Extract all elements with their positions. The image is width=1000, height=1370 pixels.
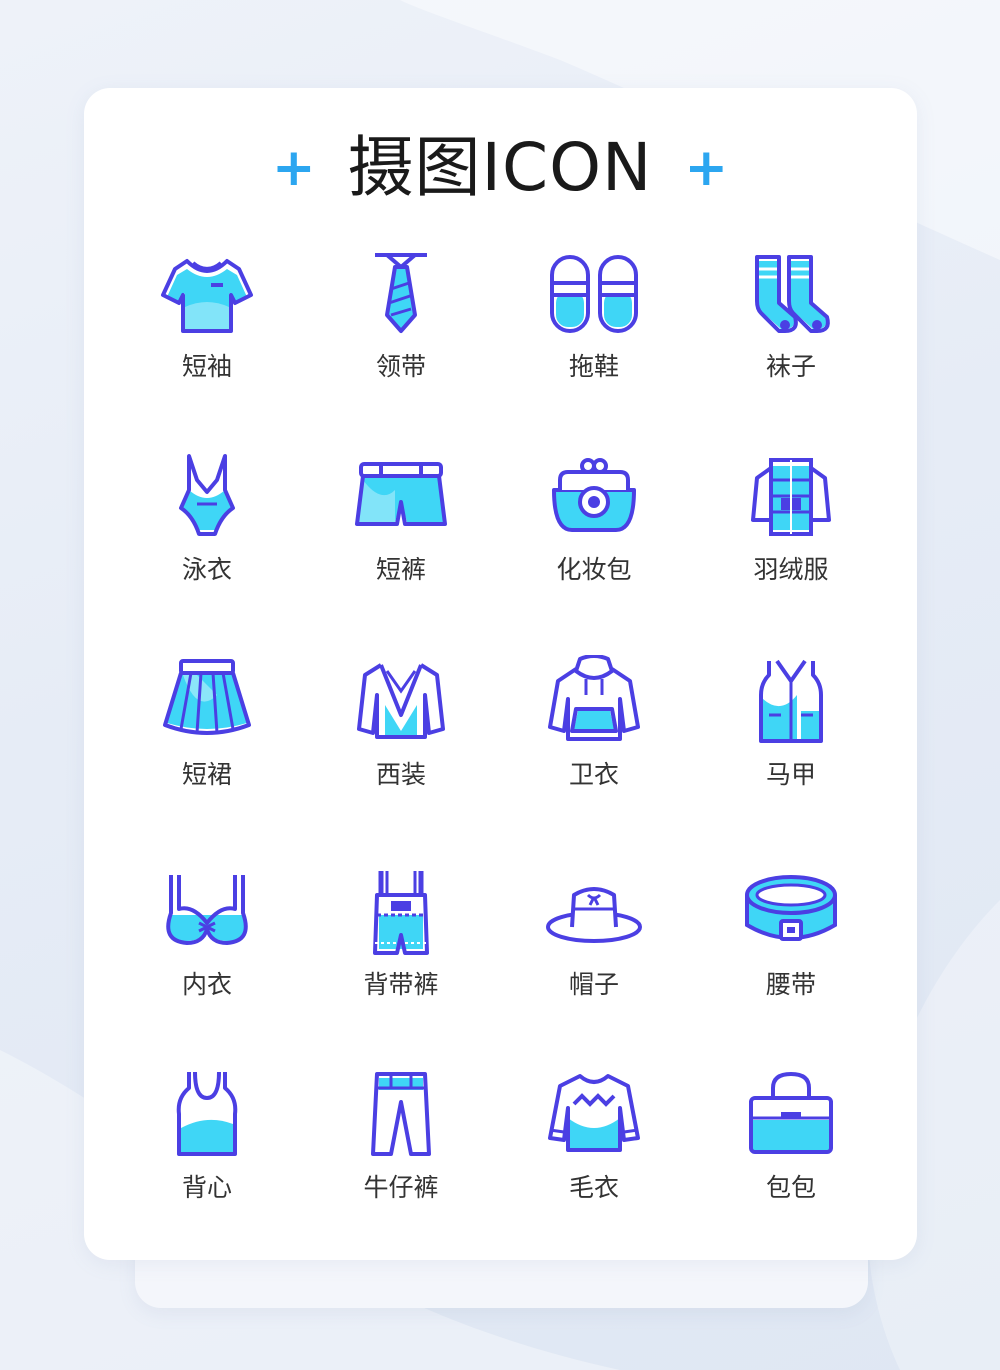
page-title: 摄图ICON (347, 129, 653, 206)
icon-label: 包包 (765, 1173, 816, 1202)
icon-tile-vest[interactable]: 马甲 (701, 655, 881, 845)
icon-label: 马甲 (765, 760, 816, 789)
vest-icon (759, 659, 823, 743)
jeans-icon (371, 1072, 431, 1156)
down-jacket-icon (751, 458, 831, 536)
icon-label: 拖鞋 (568, 352, 619, 381)
icon-tile-bra[interactable]: 内衣 (117, 865, 297, 1055)
icon-tile-swimsuit[interactable]: 泳衣 (117, 450, 297, 640)
sweater-icon (548, 1074, 640, 1152)
icon-label: 泳衣 (181, 555, 232, 584)
tie-icon (375, 253, 427, 333)
swimsuit-icon (179, 454, 235, 536)
icon-tile-sweater[interactable]: 毛衣 (504, 1068, 684, 1258)
hat-icon (546, 887, 642, 943)
icon-tile-handbag[interactable]: 包包 (701, 1068, 881, 1258)
icon-label: 羽绒服 (753, 555, 829, 584)
icon-tile-short-sleeve[interactable]: 短袖 (117, 247, 297, 437)
short-sleeve-shirt-icon (161, 259, 253, 333)
icon-label: 袜子 (765, 352, 816, 381)
icon-tile-tank-top[interactable]: 背心 (117, 1068, 297, 1258)
icon-label: 化妆包 (556, 555, 632, 584)
icon-tile-overalls[interactable]: 背带裤 (311, 865, 491, 1055)
icon-tile-slippers[interactable]: 拖鞋 (504, 247, 684, 437)
icon-tile-cosmetic-bag[interactable]: 化妆包 (504, 450, 684, 640)
hoodie-icon (548, 655, 640, 741)
icon-tile-hoodie[interactable]: 卫衣 (504, 655, 684, 845)
bra-icon (166, 875, 248, 945)
icon-label: 牛仔裤 (363, 1173, 439, 1202)
icon-tile-short-skirt[interactable]: 短裙 (117, 655, 297, 845)
cosmetic-bag-icon (552, 458, 636, 532)
icon-label: 毛衣 (568, 1173, 619, 1202)
belt-icon (745, 875, 837, 941)
icon-tile-down-jacket[interactable]: 羽绒服 (701, 450, 881, 640)
icon-label: 卫衣 (568, 760, 619, 789)
suit-icon (357, 663, 445, 739)
icon-label: 背带裤 (363, 970, 439, 999)
icon-tile-tie[interactable]: 领带 (311, 247, 491, 437)
icon-tile-jeans[interactable]: 牛仔裤 (311, 1068, 491, 1258)
icon-tile-suit[interactable]: 西装 (311, 655, 491, 845)
socks-icon (755, 255, 830, 333)
short-skirt-icon (163, 659, 251, 735)
icon-label: 短裙 (181, 760, 232, 789)
tank-top-icon (176, 1071, 238, 1156)
icon-label: 背心 (181, 1173, 232, 1202)
shorts-icon (355, 462, 447, 526)
plus-left-icon: + (271, 138, 316, 198)
icon-label: 领带 (375, 352, 426, 381)
title-row: + 摄图ICON + (0, 128, 1000, 208)
icon-tile-hat[interactable]: 帽子 (504, 865, 684, 1055)
icon-tile-shorts[interactable]: 短裤 (311, 450, 491, 640)
overalls-icon (373, 871, 429, 955)
handbag-icon (749, 1071, 833, 1154)
icon-label: 短裤 (375, 555, 426, 584)
icon-label: 西装 (375, 760, 426, 789)
icon-label: 短袖 (181, 352, 232, 381)
icon-label: 帽子 (568, 970, 619, 999)
slippers-icon (550, 255, 638, 333)
plus-right-icon: + (684, 138, 729, 198)
icon-tile-belt[interactable]: 腰带 (701, 865, 881, 1055)
icon-tile-socks[interactable]: 袜子 (701, 247, 881, 437)
icon-label: 腰带 (765, 970, 816, 999)
icon-label: 内衣 (181, 970, 232, 999)
